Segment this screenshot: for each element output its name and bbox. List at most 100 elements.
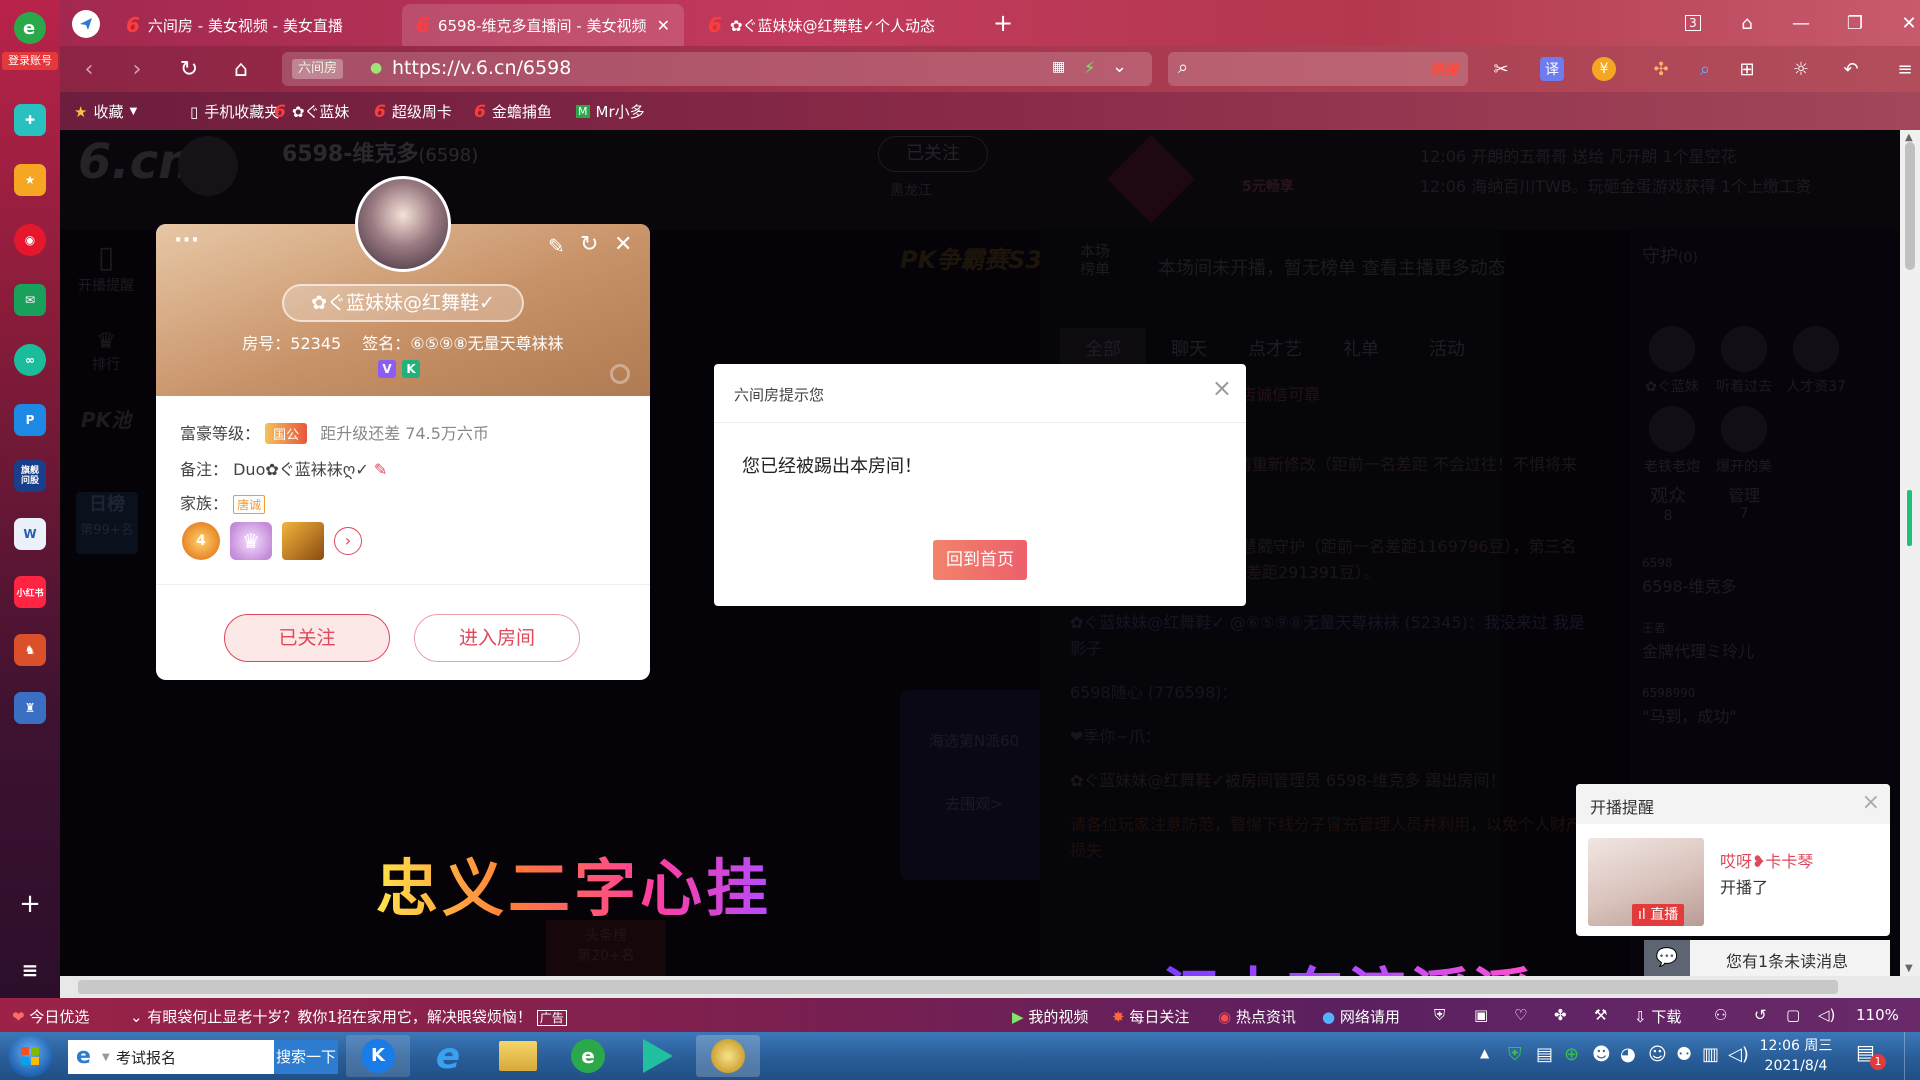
daily-follow[interactable]: ✸ 每日关注 [1112, 1006, 1189, 1027]
coin-icon[interactable]: ¥ [1592, 57, 1616, 81]
tray-doc-icon[interactable]: ▤ [1536, 1044, 1553, 1065]
translate-icon[interactable]: 译 [1540, 57, 1564, 81]
sync-icon[interactable]: ↺ [1754, 1006, 1767, 1024]
edit-icon[interactable]: ✎ [374, 460, 387, 479]
cloud-icon[interactable]: ∞ [14, 344, 46, 376]
bookmark-item[interactable]: ★ 收藏 ▼ [74, 101, 137, 122]
speed-icon[interactable]: ⚒ [1594, 1006, 1607, 1024]
star-icon[interactable]: ★ [14, 164, 46, 196]
crown-medal-icon[interactable]: ♛ [230, 522, 272, 560]
download[interactable]: ⇩ 下载 [1634, 1006, 1681, 1027]
refresh-icon[interactable]: ↻ [580, 232, 598, 257]
level-medal-icon[interactable]: 4 [182, 522, 220, 560]
menu-icon[interactable]: ≡ [1890, 54, 1920, 84]
p-icon[interactable]: P [14, 404, 46, 436]
bookmark-item[interactable]: 6 ✿ぐ蓝妹 [274, 101, 349, 122]
news-ticker[interactable]: ⌄ 有眼袋何止显老十岁？教你1招在家用它，解决眼袋烦恼！ 广告 [130, 1006, 567, 1027]
enter-room-button[interactable]: 进入房间 [414, 614, 580, 662]
scrollbar-thumb[interactable] [1905, 142, 1915, 270]
finance-icon[interactable]: 旗舰 问股 [14, 460, 46, 492]
close-icon[interactable]: × [1212, 374, 1232, 402]
my-video[interactable]: ▶ 我的视频 [1012, 1006, 1088, 1027]
game2-icon[interactable]: ♜ [14, 692, 46, 724]
search-input[interactable]: ⌕ 热搜 [1168, 52, 1468, 86]
tray-shield-icon[interactable]: ⛨ [1508, 1044, 1522, 1065]
clock[interactable]: 12:06 周三 2021/8/4 [1756, 1036, 1836, 1076]
zoom-level[interactable]: 110% [1856, 1006, 1899, 1024]
back-home-button[interactable]: 回到首页 [933, 540, 1027, 580]
scissors-icon[interactable]: ✂ [1486, 54, 1516, 84]
chevron-right-icon[interactable]: › [334, 527, 362, 555]
hot-news[interactable]: ◉ 热点资讯 [1218, 1006, 1296, 1027]
bookmark-item[interactable]: 6 超级周卡 [374, 101, 452, 122]
bookmark-item[interactable]: ▯ 手机收藏夹 [190, 101, 279, 122]
family-badge[interactable]: 唐诚 [233, 495, 266, 514]
menu-icon[interactable]: ≡ [14, 954, 46, 986]
login-button[interactable]: 登录账号 [2, 52, 58, 70]
tray-app-icon[interactable]: ◕ [1620, 1044, 1636, 1065]
explorer-app[interactable] [486, 1035, 550, 1077]
address-bar[interactable]: 六间房 ● https://v.6.cn/6598 ▦ ⚡ ⌄ [282, 52, 1152, 86]
tray-plus-icon[interactable]: ⊕ [1564, 1044, 1579, 1065]
show-desktop-button[interactable] [1904, 1032, 1920, 1080]
url-text[interactable]: https://v.6.cn/6598 [392, 57, 571, 79]
close-window-button[interactable]: ✕ [1894, 8, 1920, 38]
profile-avatar[interactable] [355, 176, 451, 272]
window-icon[interactable]: ▢ [1786, 1006, 1800, 1024]
tray-qq2-icon[interactable]: ☺ [1648, 1044, 1667, 1065]
gold-medal-icon[interactable] [282, 522, 324, 560]
bolt-icon[interactable]: ⚡ [1084, 58, 1095, 77]
undo-icon[interactable]: ↶ [1836, 54, 1866, 84]
brightness-icon[interactable]: ☼ [1786, 54, 1816, 84]
close-icon[interactable]: × [1862, 790, 1880, 815]
refresh-button[interactable]: ↻ [174, 54, 204, 84]
bookmark-item[interactable]: 6 金蟾捕鱼 [474, 101, 552, 122]
kugou-app[interactable]: K [346, 1035, 410, 1077]
anchor-name[interactable]: 哎呀❥卡卡琴 [1720, 848, 1813, 872]
game-icon[interactable]: ⚇ [1714, 1006, 1727, 1024]
player-app[interactable] [626, 1035, 690, 1077]
shield-icon[interactable]: ⛨ [1434, 1006, 1445, 1024]
volume-icon[interactable]: ◁) [1728, 1044, 1749, 1065]
forward-button[interactable]: › [122, 54, 152, 84]
notification-icon[interactable]: ▤ 1 [1856, 1040, 1886, 1070]
start-button[interactable] [8, 1035, 52, 1077]
photo-icon[interactable]: ▣ [1474, 1006, 1488, 1024]
search-button[interactable]: 搜索一下 [274, 1040, 338, 1074]
new-tab-button[interactable]: + [988, 8, 1018, 38]
tab-profile[interactable]: 6 ✿ぐ蓝妹妹@红舞鞋✓个人动态 [694, 4, 984, 46]
maximize-button[interactable]: ❐ [1840, 8, 1870, 38]
back-button[interactable]: ‹ [74, 54, 104, 84]
today-picks[interactable]: ❤ 今日优选 [12, 1006, 89, 1027]
tab-home[interactable]: 6 六间房 - 美女视频 - 美女直播 [112, 4, 392, 46]
scroll-down-icon[interactable]: ▼ [1905, 963, 1913, 974]
add-icon[interactable]: + [14, 888, 46, 920]
game-icon[interactable]: ♞ [14, 634, 46, 666]
chevron-down-icon[interactable]: ⌄ [1112, 56, 1127, 77]
ie-app[interactable]: e [416, 1035, 480, 1077]
game-app[interactable] [696, 1035, 760, 1077]
scrollbar-thumb[interactable] [78, 980, 1838, 994]
wand-icon[interactable]: ✎ [548, 234, 565, 258]
network-icon[interactable]: ▥ [1702, 1044, 1719, 1065]
hot-search-label[interactable]: 热搜 [1430, 59, 1458, 79]
more-icon[interactable]: ··· [174, 228, 199, 253]
tab-count-icon[interactable]: 3 [1678, 8, 1708, 38]
minimize-button[interactable]: — [1786, 8, 1816, 38]
grid-icon[interactable]: ⊞ [1732, 54, 1762, 84]
browser-app[interactable]: e [556, 1035, 620, 1077]
volume-icon[interactable]: ◁) [1818, 1006, 1835, 1024]
unread-message-bar[interactable]: 💬 您有1条未读消息 [1644, 940, 1890, 976]
qr-icon[interactable]: ▦ [1052, 59, 1065, 75]
tray-qq-icon[interactable]: ☻ [1592, 1044, 1611, 1065]
close-tab-icon[interactable]: ✕ [657, 16, 670, 35]
tray-people-icon[interactable]: ⚉ [1676, 1044, 1692, 1065]
magnifier-icon[interactable]: ⌕ [1690, 54, 1720, 84]
tab-room[interactable]: 6 6598-维克多直播间 - 美女视频 ✕ [402, 4, 684, 46]
weibo-icon[interactable]: ◉ [14, 224, 46, 256]
close-icon[interactable]: ✕ [614, 232, 632, 257]
heart-icon[interactable]: ♡ [1514, 1006, 1527, 1024]
horizontal-scrollbar[interactable] [60, 976, 1920, 998]
bookmark-item[interactable]: M Mr小多 [576, 101, 645, 122]
send-icon[interactable] [72, 10, 100, 38]
